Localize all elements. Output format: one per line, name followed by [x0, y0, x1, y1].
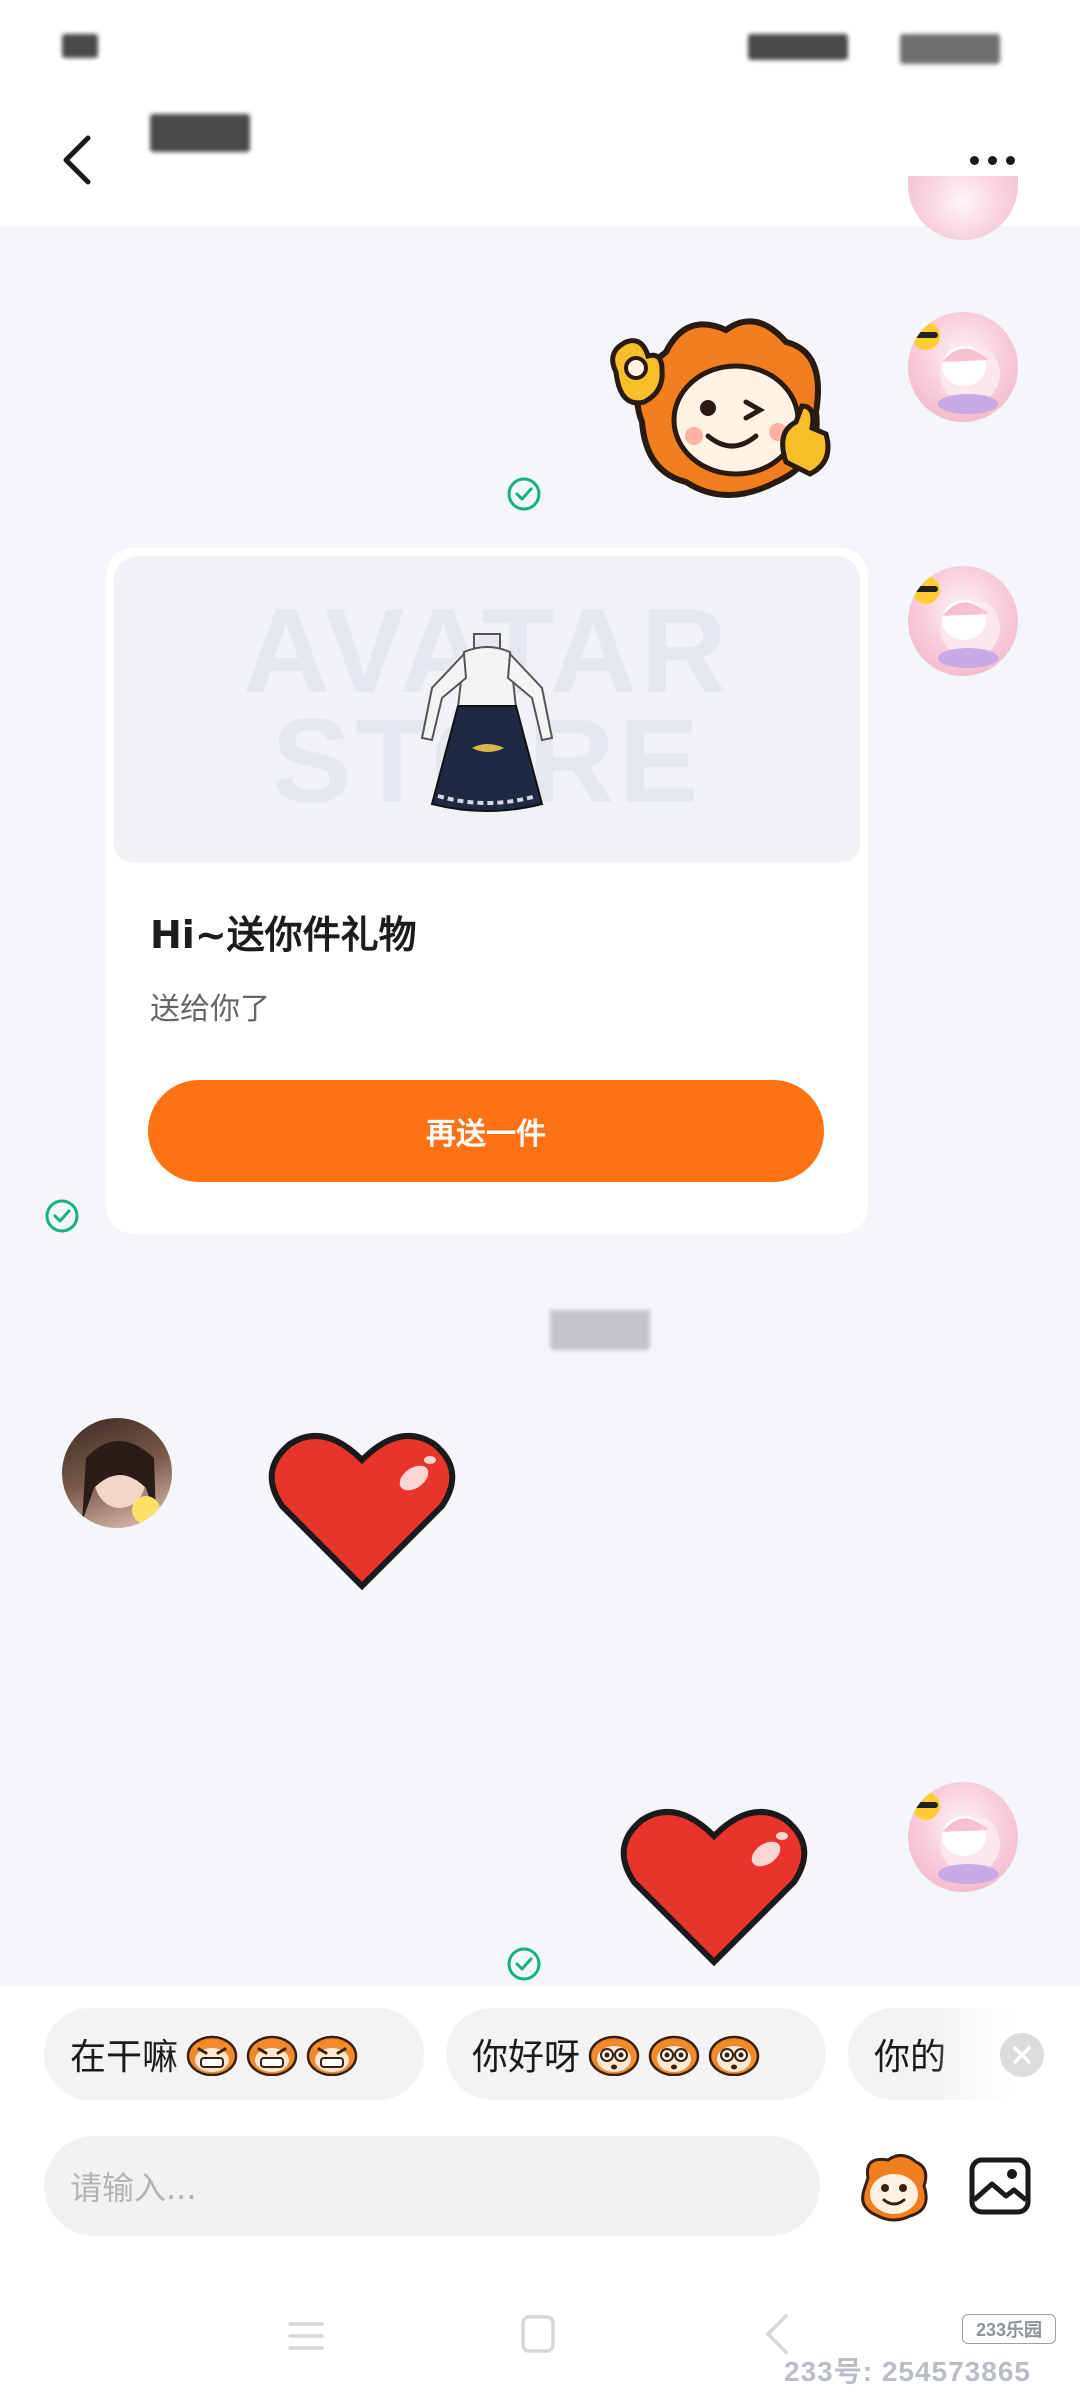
close-icon[interactable]: [1000, 2033, 1044, 2077]
more-icon[interactable]: [970, 140, 1034, 180]
status-bar-redacted: [900, 34, 1000, 64]
input-placeholder: 请输入...: [70, 2169, 197, 2207]
wow-monkey-icon: [708, 2035, 760, 2076]
watermark-text: 233号: 254573865: [784, 2356, 1031, 2387]
send-again-button[interactable]: 再送一件: [148, 1080, 824, 1182]
quick-reply-label: 在干嘛: [70, 2037, 179, 2078]
wow-monkey-icon: [648, 2035, 700, 2076]
wow-monkey-icon: [588, 2035, 640, 2076]
message-input[interactable]: 请输入...: [44, 2136, 820, 2236]
avatar[interactable]: [908, 566, 1018, 676]
contact-avatar[interactable]: [62, 1418, 172, 1528]
avatar: [908, 176, 1018, 240]
avatar[interactable]: [908, 312, 1018, 422]
back-icon[interactable]: [52, 128, 108, 192]
avatar[interactable]: [908, 1782, 1018, 1892]
grin-monkey-icon: [186, 2035, 238, 2076]
grin-monkey-icon: [306, 2035, 358, 2076]
status-bar-redacted: [748, 34, 848, 60]
timestamp-redacted: [550, 1310, 650, 1350]
heart-sticker: [620, 1809, 808, 1967]
sent-check-icon: [507, 1947, 541, 1981]
monkey-ok-sticker: [610, 318, 831, 498]
quick-reply-chip[interactable]: 在干嘛: [44, 2008, 424, 2100]
quick-reply-chip[interactable]: 你好呀: [446, 2008, 826, 2100]
sent-check-icon: [507, 477, 541, 511]
image-icon[interactable]: [968, 2154, 1032, 2218]
grin-monkey-icon: [246, 2035, 298, 2076]
nav-home-icon[interactable]: [520, 2314, 556, 2354]
status-bar-redacted: [62, 34, 98, 58]
gift-title: Hi~送你件礼物: [150, 913, 417, 957]
emoji-icon[interactable]: [854, 2150, 934, 2224]
heart-sticker: [268, 1433, 456, 1591]
quick-reply-label: 你好呀: [472, 2037, 581, 2078]
watermark-logo: 233乐园: [962, 2314, 1056, 2344]
nav-menu-icon[interactable]: [286, 2318, 326, 2354]
gift-subtitle: 送给你了: [150, 992, 270, 1027]
dress-image: [420, 633, 554, 812]
sent-check-icon: [45, 1199, 79, 1233]
contact-name-redacted: [150, 114, 250, 152]
gift-image: AVATAR STORE: [114, 556, 860, 862]
